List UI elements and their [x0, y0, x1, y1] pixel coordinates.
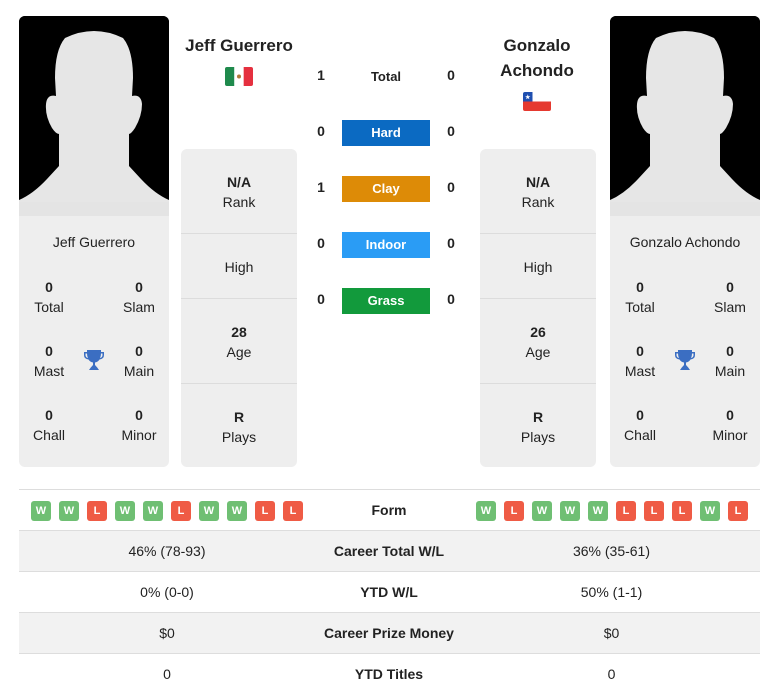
player2-name-link[interactable]: Gonzalo Achondo: [474, 33, 600, 83]
row-label: YTD Titles: [354, 666, 424, 682]
h2h-total-p1: 1: [317, 67, 325, 83]
trophy-icon: [84, 350, 104, 370]
player2-career-wl: 36% (35-61): [572, 543, 651, 559]
form-win-badge[interactable]: W: [588, 501, 608, 521]
player1-photo: [19, 16, 169, 216]
mexico-flag-icon: [225, 67, 253, 86]
player1-plays: R Plays: [221, 409, 257, 445]
player1-high: High: [224, 259, 254, 275]
form-loss-badge[interactable]: L: [504, 501, 524, 521]
player2-stats-card: N/A Rank High 26 Age R Plays: [480, 149, 596, 467]
h2h-hard-p1: 0: [317, 123, 325, 139]
h2h-indoor-p2: 0: [447, 235, 455, 251]
form-win-badge[interactable]: W: [143, 501, 163, 521]
form-loss-badge[interactable]: L: [644, 501, 664, 521]
form-label: Form: [371, 502, 407, 518]
player1-career-wl: 46% (78-93): [128, 543, 206, 559]
form-win-badge[interactable]: W: [532, 501, 552, 521]
form-loss-badge[interactable]: L: [728, 501, 748, 521]
surface-indoor-badge: Indoor: [342, 232, 430, 258]
player2-titles-chall: 0 Chall: [624, 407, 656, 443]
h2h-total-label: Total: [370, 69, 402, 84]
silhouette-icon: [610, 16, 760, 216]
surface-grass-badge: Grass: [342, 288, 430, 314]
h2h-total-p2: 0: [447, 67, 455, 83]
player1-titles-total: 0 Total: [34, 279, 64, 315]
divider: [181, 233, 297, 234]
form-win-badge[interactable]: W: [476, 501, 496, 521]
form-win-badge[interactable]: W: [227, 501, 247, 521]
player1-age: 28 Age: [226, 324, 252, 360]
table-row: 0% (0-0) YTD W/L 50% (1-1): [19, 571, 760, 612]
form-loss-badge[interactable]: L: [672, 501, 692, 521]
divider: [480, 298, 596, 299]
player1-form: WWLWWLWWLL: [31, 501, 303, 521]
player2-card: Gonzalo Achondo 0 Total 0 Slam 0 Mast 0 …: [610, 216, 760, 467]
player1-card: Jeff Guerrero 0 Total 0 Slam 0 Mast 0 Ma…: [19, 216, 169, 467]
player2-high: High: [523, 259, 553, 275]
player1-rank: N/A Rank: [222, 174, 256, 210]
player1-prize-money: $0: [159, 625, 175, 641]
player2-titles-slam: 0 Slam: [714, 279, 746, 315]
player2-rank: N/A Rank: [521, 174, 555, 210]
form-loss-badge[interactable]: L: [283, 501, 303, 521]
player2-titles-minor: 0 Minor: [712, 407, 748, 443]
divider: [480, 233, 596, 234]
form-win-badge[interactable]: W: [115, 501, 135, 521]
form-win-badge[interactable]: W: [700, 501, 720, 521]
row-label: Career Total W/L: [333, 543, 445, 559]
player2-age: 26 Age: [525, 324, 551, 360]
silhouette-icon: [19, 16, 169, 216]
player1-name-link[interactable]: Jeff Guerrero: [176, 33, 302, 58]
form-loss-badge[interactable]: L: [171, 501, 191, 521]
player1-titles-main: 0 Main: [123, 343, 155, 379]
player2-photo: [610, 16, 760, 216]
h2h-grass-p1: 0: [317, 291, 325, 307]
surface-clay-badge: Clay: [342, 176, 430, 202]
form-win-badge[interactable]: W: [560, 501, 580, 521]
form-win-badge[interactable]: W: [31, 501, 51, 521]
player2-ytd-wl: 50% (1-1): [580, 584, 643, 600]
form-loss-badge[interactable]: L: [87, 501, 107, 521]
row-label: Career Prize Money: [324, 625, 454, 641]
player2-titles-total: 0 Total: [625, 279, 655, 315]
h2h-indoor-p1: 0: [317, 235, 325, 251]
surface-hard-badge: Hard: [342, 120, 430, 146]
player2-name-line1: Gonzalo: [503, 36, 571, 55]
divider: [480, 383, 596, 384]
table-row: 0 YTD Titles 0: [19, 653, 760, 694]
table-row: $0 Career Prize Money $0: [19, 612, 760, 653]
divider: [181, 298, 297, 299]
player2-titles-mast: 0 Mast: [624, 343, 656, 379]
h2h-grass-p2: 0: [447, 291, 455, 307]
player1-titles-mast: 0 Mast: [33, 343, 65, 379]
h2h-hard-p2: 0: [447, 123, 455, 139]
player2-form: WLWWWLLLWL: [476, 501, 748, 521]
player2-prize-money: $0: [603, 625, 620, 641]
trophy-icon: [675, 350, 695, 370]
table-row: 46% (78-93) Career Total W/L 36% (35-61): [19, 530, 760, 571]
h2h-clay-p2: 0: [447, 179, 455, 195]
player1-card-name: Jeff Guerrero: [52, 234, 136, 250]
form-win-badge[interactable]: W: [59, 501, 79, 521]
player2-titles-main: 0 Main: [714, 343, 746, 379]
player2-name-line2: Achondo: [500, 61, 574, 80]
player2-plays: R Plays: [520, 409, 556, 445]
chile-flag-icon: [523, 92, 551, 111]
player1-stats-card: N/A Rank High 28 Age R Plays: [181, 149, 297, 467]
player1-ytd-titles: 0: [163, 666, 171, 682]
divider: [181, 383, 297, 384]
row-label: YTD W/L: [360, 584, 418, 600]
player1-titles-slam: 0 Slam: [123, 279, 155, 315]
player1-titles-minor: 0 Minor: [121, 407, 157, 443]
form-win-badge[interactable]: W: [199, 501, 219, 521]
form-loss-badge[interactable]: L: [255, 501, 275, 521]
player2-card-name: Gonzalo Achondo: [629, 234, 741, 250]
player2-ytd-titles: 0: [607, 666, 616, 682]
h2h-clay-p1: 1: [317, 179, 325, 195]
form-row: WWLWWLWWLL Form WLWWWLLLWL: [19, 489, 760, 530]
player1-ytd-wl: 0% (0-0): [140, 584, 194, 600]
form-loss-badge[interactable]: L: [616, 501, 636, 521]
player1-titles-chall: 0 Chall: [33, 407, 65, 443]
